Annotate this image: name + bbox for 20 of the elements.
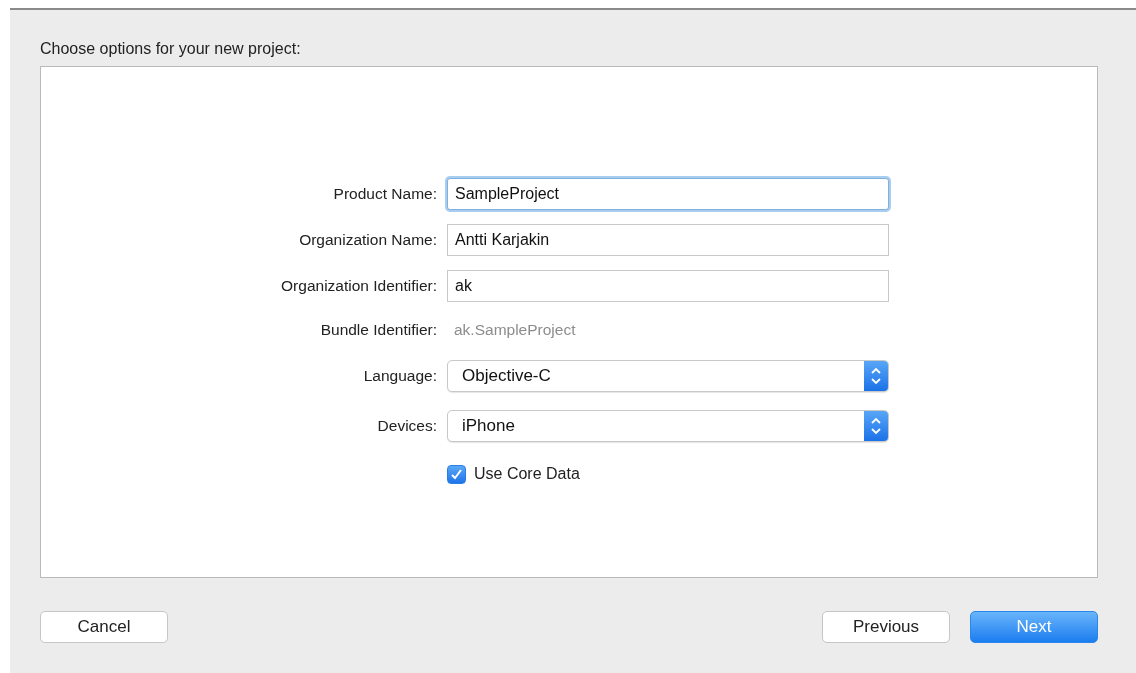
bundle-identifier-value: ak.SampleProject bbox=[453, 321, 577, 339]
stepper-icon bbox=[864, 361, 888, 391]
field-label: Bundle Identifier: bbox=[319, 321, 437, 339]
checkbox[interactable] bbox=[447, 464, 466, 484]
button[interactable]: Cancel bbox=[40, 611, 168, 643]
field-label: Organization Identifier: bbox=[280, 277, 437, 295]
field-label: Language: bbox=[362, 367, 437, 385]
field-label: Product Name: bbox=[332, 185, 437, 203]
field-label: Organization Name: bbox=[298, 231, 437, 249]
popup-button[interactable]: Objective-C bbox=[447, 360, 889, 392]
button[interactable]: Previous bbox=[822, 611, 950, 643]
field-label: Devices: bbox=[376, 417, 437, 435]
checkbox-label[interactable]: Use Core Data bbox=[474, 465, 580, 483]
sheet-title: Choose options for your new project: bbox=[40, 40, 302, 59]
text-field[interactable]: SampleProject bbox=[447, 178, 889, 210]
stepper-icon bbox=[864, 411, 888, 441]
text-field[interactable]: Antti Karjakin bbox=[447, 224, 889, 256]
checkmark-icon bbox=[450, 467, 463, 481]
popup-button[interactable]: iPhone bbox=[447, 410, 889, 442]
text-field[interactable]: ak bbox=[447, 270, 889, 302]
